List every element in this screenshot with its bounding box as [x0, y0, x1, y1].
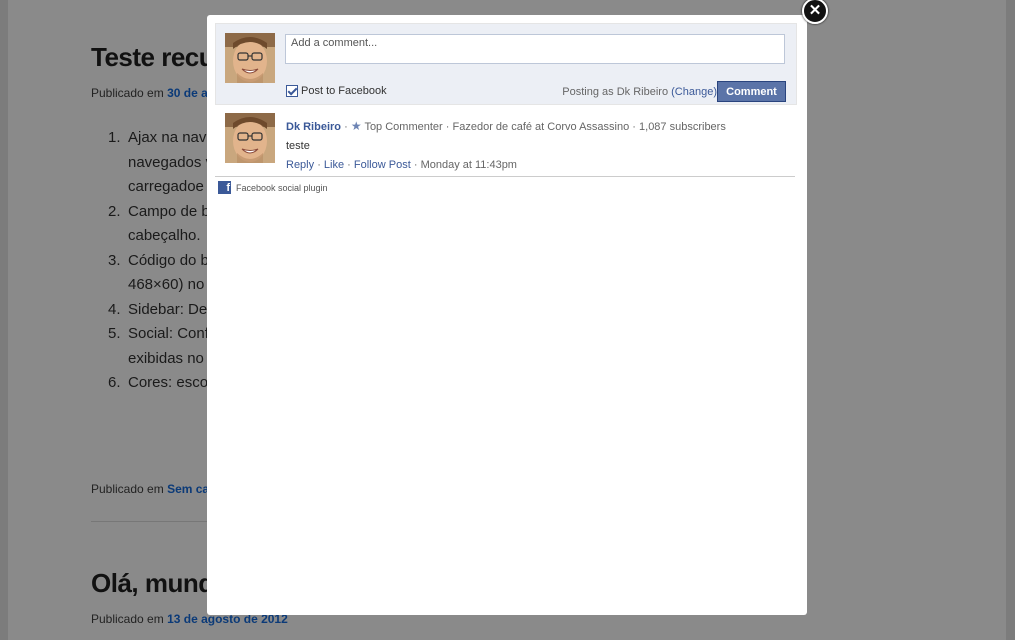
avatar: [225, 33, 275, 83]
like-link[interactable]: Like: [324, 159, 344, 171]
comment-text: teste: [286, 140, 310, 152]
posting-as: Posting as Dk Ribeiro (Change): [562, 86, 717, 98]
comment-body: Dk Ribeiro · ★ Top Commenter · Fazedor d…: [286, 117, 806, 175]
comment-input[interactable]: [285, 34, 785, 64]
comment-composer: Post to Facebook Posting as Dk Ribeiro (…: [215, 23, 797, 105]
follow-post-link[interactable]: Follow Post: [354, 159, 411, 171]
comment-submit-button[interactable]: Comment: [717, 81, 786, 102]
plugin-label: Facebook social plugin: [236, 182, 328, 193]
reply-link[interactable]: Reply: [286, 159, 314, 171]
feature-list: 1. Ajax na naveg navegados vi carregadoe n …: [108, 126, 223, 396]
comment-timestamp[interactable]: Monday at 11:43pm: [421, 159, 517, 171]
list-item: 6. Cores: escolh: [108, 374, 220, 391]
list-item: 4. Sidebar: Defi: [108, 300, 215, 318]
post-title[interactable]: Olá, mund: [91, 568, 214, 599]
change-account-link[interactable]: (Change): [671, 86, 717, 98]
post-title[interactable]: Teste recu: [91, 42, 215, 73]
meta-prefix: Publicado em: [91, 86, 164, 100]
post-divider: [91, 521, 221, 522]
list-item: 3. Código do ba 468×60) no c: [108, 251, 218, 294]
facebook-social-plugin[interactable]: f Facebook social plugin: [218, 181, 328, 194]
posting-as-text: Posting as Dk Ribeiro: [562, 86, 669, 98]
comments-modal: Post to Facebook Posting as Dk Ribeiro (…: [207, 15, 807, 615]
category-meta: Publicado em Sem cate: [91, 482, 220, 496]
list-item: 1. Ajax na naveg navegados vi carregadoe n: [108, 129, 224, 195]
author-job: Fazedor de café at Corvo Assassino: [452, 121, 630, 133]
facebook-icon: f: [218, 181, 231, 194]
list-item: 5. Social: Config exibidas no fu: [108, 325, 221, 367]
subscriber-count: 1,087 subscribers: [639, 121, 726, 133]
meta-prefix: Publicado em: [91, 482, 164, 496]
meta-prefix: Publicado em: [91, 612, 164, 626]
star-icon: ★: [350, 119, 362, 133]
post-to-facebook-toggle[interactable]: Post to Facebook: [286, 85, 387, 97]
post-to-facebook-label: Post to Facebook: [301, 85, 387, 97]
post-to-facebook-checkbox[interactable]: [286, 85, 298, 97]
list-item: 2. Campo de bu cabeçalho.: [108, 202, 219, 245]
comment-author-link[interactable]: Dk Ribeiro: [286, 121, 341, 133]
comments-separator: [215, 176, 795, 177]
comment-header: Dk Ribeiro · ★ Top Commenter · Fazedor d…: [286, 119, 726, 133]
top-commenter-badge: Top Commenter: [364, 121, 443, 133]
avatar[interactable]: [225, 113, 275, 163]
post-meta: Publicado em 30 de ago: [91, 86, 222, 100]
comment-actions: Reply · Like · Follow Post · Monday at 1…: [286, 159, 517, 171]
